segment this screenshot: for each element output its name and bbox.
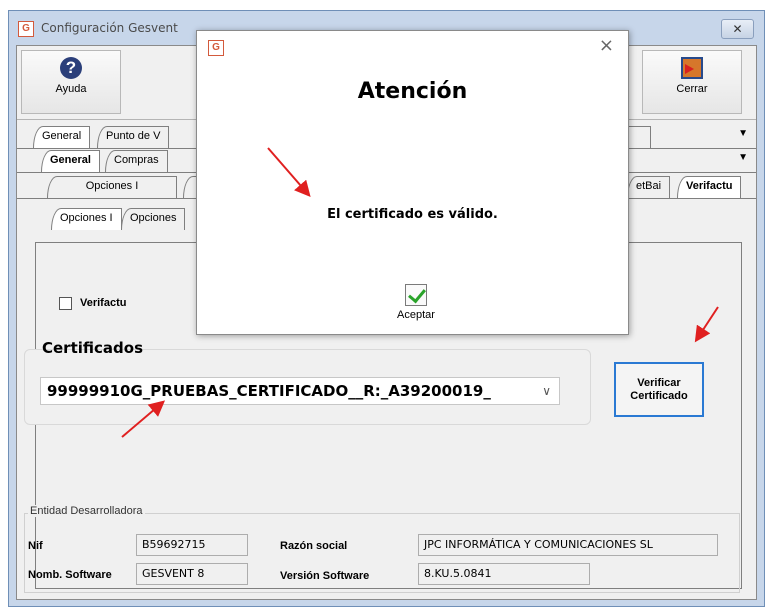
tab-opciones-i[interactable]: Opciones I xyxy=(51,208,122,230)
close-label: Cerrar xyxy=(676,83,708,95)
nif-label: Nif xyxy=(28,540,43,552)
tab-compras[interactable]: Compras xyxy=(105,150,168,172)
razon-social-field[interactable]: JPC INFORMÁTICA Y COMUNICACIONES SL xyxy=(418,534,718,556)
certificate-select-value: 99999910G_PRUEBAS_CERTIFICADO__R:_A39200… xyxy=(47,382,491,400)
accept-label: Aceptar xyxy=(397,309,435,321)
version-label: Versión Software xyxy=(280,570,370,582)
tab-opciones-ii[interactable]: Opciones xyxy=(121,208,186,230)
verify-certificate-button[interactable]: Verificar Certificado xyxy=(614,362,704,417)
razon-social-label: Razón social xyxy=(280,540,348,552)
verify-button-line2: Certificado xyxy=(630,389,688,402)
window-close-button[interactable]: ✕ xyxy=(721,19,754,39)
app-logo-icon: G xyxy=(18,21,34,37)
certificate-select[interactable]: 99999910G_PRUEBAS_CERTIFICADO__R:_A39200… xyxy=(40,377,560,405)
help-label: Ayuda xyxy=(55,83,87,95)
tab-scroll-arrow-icon[interactable]: ▼ xyxy=(738,128,748,139)
software-label: Nomb. Software xyxy=(28,569,112,581)
software-field[interactable]: GESVENT 8 xyxy=(136,563,248,585)
window-title: Configuración Gesvent xyxy=(41,21,178,35)
tab-punto-de-venta[interactable]: Punto de V xyxy=(97,126,170,148)
help-icon: ? xyxy=(60,57,82,79)
tab-opciones-i-outer[interactable]: Opciones I xyxy=(47,176,177,198)
tab-hidden[interactable] xyxy=(627,126,651,148)
tab-ticketbai[interactable]: etBai xyxy=(627,176,671,198)
verifactu-checkbox[interactable] xyxy=(59,297,72,310)
dialog-logo-icon: G xyxy=(208,40,224,56)
dialog-message: El certificado es válido. xyxy=(327,207,498,222)
tab-general-sub[interactable]: General xyxy=(41,150,100,172)
attention-dialog: G × Atención El certificado es válido. A… xyxy=(196,30,629,335)
tab-general-top[interactable]: General xyxy=(33,126,91,148)
verifactu-label: Verifactu xyxy=(80,297,127,309)
accept-button[interactable]: Aceptar xyxy=(393,284,439,330)
dialog-title: Atención xyxy=(357,79,468,104)
help-button[interactable]: ? Ayuda xyxy=(21,50,121,114)
chevron-down-icon[interactable]: ∨ xyxy=(542,378,551,404)
verify-button-line1: Verificar xyxy=(637,376,681,389)
dialog-close-icon[interactable]: × xyxy=(599,35,614,56)
checkmark-icon xyxy=(405,284,427,306)
entidad-legend: Entidad Desarrolladora xyxy=(28,505,145,517)
tab-scroll-arrow-2-icon[interactable]: ▼ xyxy=(738,152,748,163)
version-field[interactable]: 8.KU.5.0841 xyxy=(418,563,590,585)
close-button[interactable]: Cerrar xyxy=(642,50,742,114)
tab-verifactu[interactable]: Verifactu xyxy=(677,176,742,198)
certificados-label: Certificados xyxy=(42,339,143,357)
exit-door-icon xyxy=(681,57,703,79)
nif-field[interactable]: B59692715 xyxy=(136,534,248,556)
